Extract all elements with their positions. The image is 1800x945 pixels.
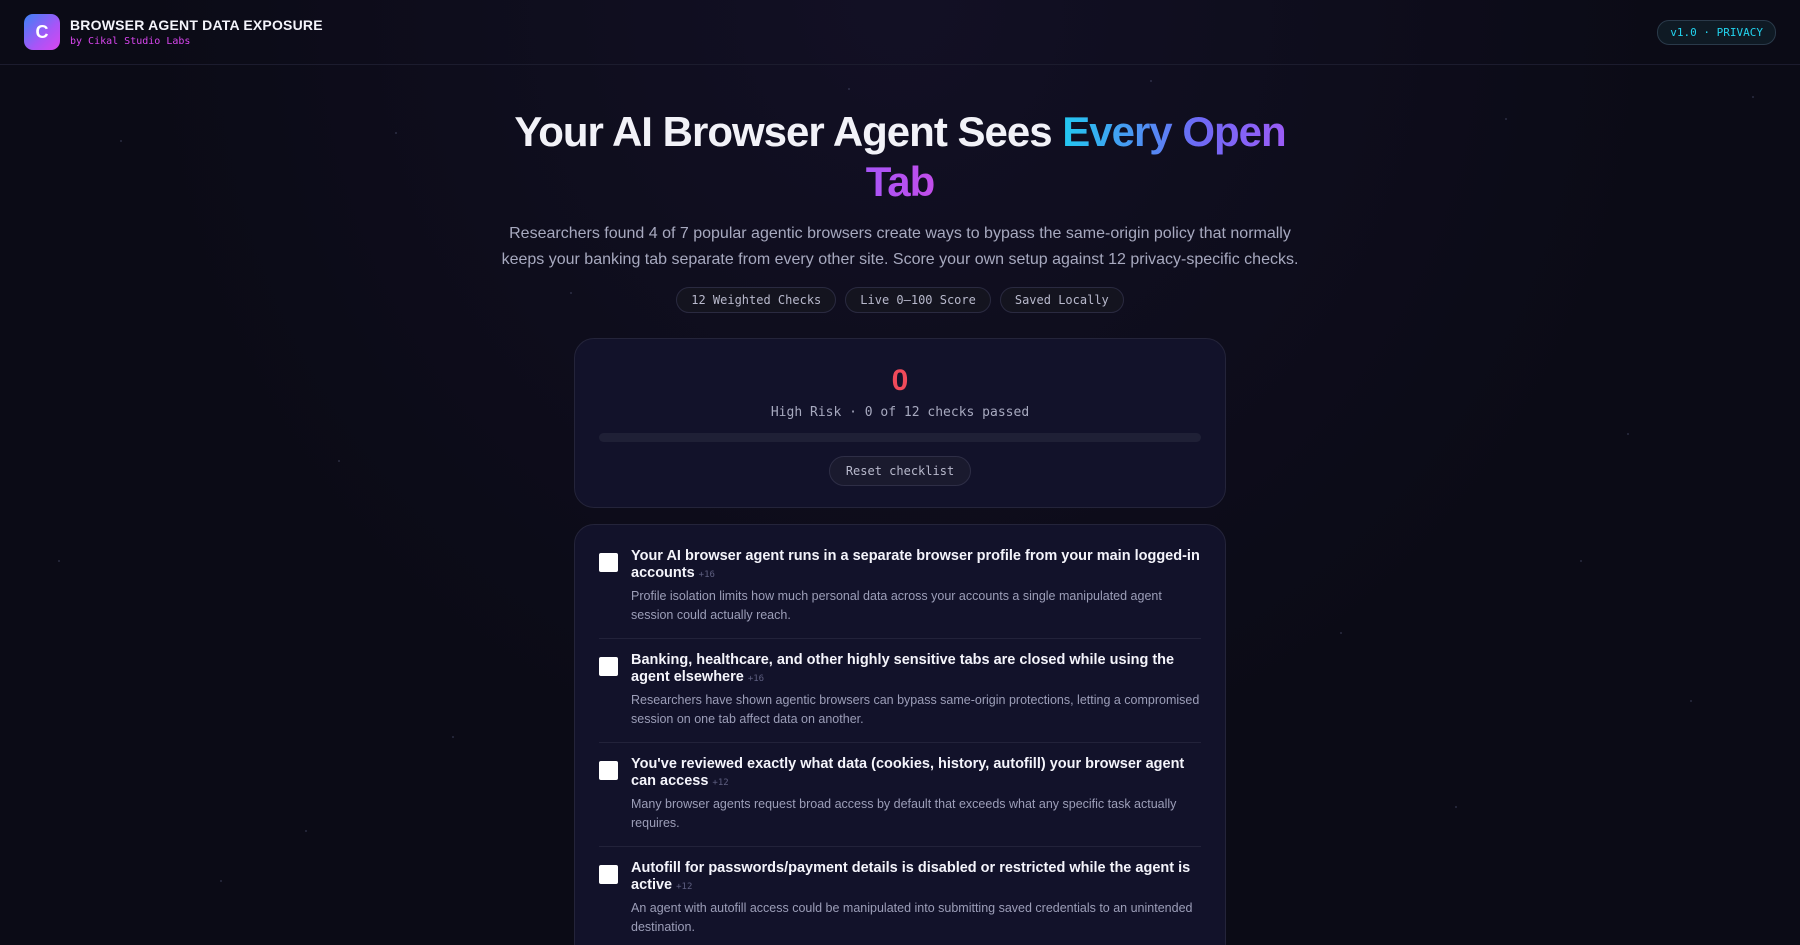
checklist-checkbox[interactable] [599,553,618,572]
checklist-item: You've reviewed exactly what data (cooki… [599,743,1201,847]
hero-title-text: Your AI Browser Agent Sees [514,108,1063,155]
score-value: 0 [891,364,909,397]
checklist-item-weight: +12 [676,882,693,892]
checklist-item-title: Autofill for passwords/payment details i… [631,860,1201,896]
checklist-checkbox[interactable] [599,761,618,780]
checklist-item-title: Banking, healthcare, and other highly se… [631,652,1201,688]
checklist-item-weight: +16 [747,674,765,684]
version-badge: v1.0 · PRIVACY [1657,19,1776,45]
hero-title: Your AI Browser Agent Sees Every Open Ta… [500,107,1300,207]
hero: Your AI Browser Agent Sees Every Open Ta… [0,107,1800,313]
checklist-item-weight: +12 [712,778,729,788]
checklist-item-title-text: Autofill for passwords/payment details i… [631,860,1191,893]
feature-chips: 12 Weighted Checks Live 0–100 Score Save… [0,287,1800,313]
hero-title-highlight-tab: Tab [865,158,936,205]
logo-letter: C [35,21,49,42]
chip-weighted-checks: 12 Weighted Checks [676,287,837,313]
brand: C BROWSER AGENT DATA EXPOSURE by Cikal S… [24,14,323,50]
hero-description: Researchers found 4 of 7 popular agentic… [501,225,1299,268]
top-bar: C BROWSER AGENT DATA EXPOSURE by Cikal S… [0,0,1800,65]
app-subtitle: by Cikal Studio Labs [70,36,191,47]
checklist-item-description: Researchers have shown agentic browsers … [631,693,1200,726]
checklist-item-description: An agent with autofill access could be m… [631,901,1193,934]
checklist-item: Autofill for passwords/payment details i… [599,847,1201,945]
score-status: High Risk · 0 of 12 checks passed [770,405,1030,420]
score-progress-bar [599,433,1201,442]
checklist-item-description: Profile isolation limits how much person… [631,589,1162,622]
score-card: 0 High Risk · 0 of 12 checks passed Rese… [574,338,1226,508]
hero-title-highlight: Every Open [1062,108,1286,155]
checklist-item-description: Many browser agents request broad access… [631,797,1177,830]
checklist-card: Your AI browser agent runs in a separate… [574,524,1226,945]
reset-checklist-button[interactable]: Reset checklist [828,456,972,486]
checklist-checkbox[interactable] [599,657,618,676]
checklist-item-title-text: Banking, healthcare, and other highly se… [631,652,1175,685]
checklist-item: Your AI browser agent runs in a separate… [599,535,1201,639]
app-title: BROWSER AGENT DATA EXPOSURE [70,17,323,33]
checklist-item-title-text: Your AI browser agent runs in a separate… [631,548,1200,581]
checklist-item-title: You've reviewed exactly what data (cooki… [631,756,1201,792]
checklist-item: Banking, healthcare, and other highly se… [599,639,1201,743]
chip-saved-locally: Saved Locally [999,287,1124,313]
checklist-item-title: Your AI browser agent runs in a separate… [631,548,1201,584]
chip-live-score: Live 0–100 Score [845,287,991,313]
checklist-checkbox[interactable] [599,865,618,884]
checklist-item-weight: +16 [698,570,715,580]
app-logo: C [24,14,60,50]
